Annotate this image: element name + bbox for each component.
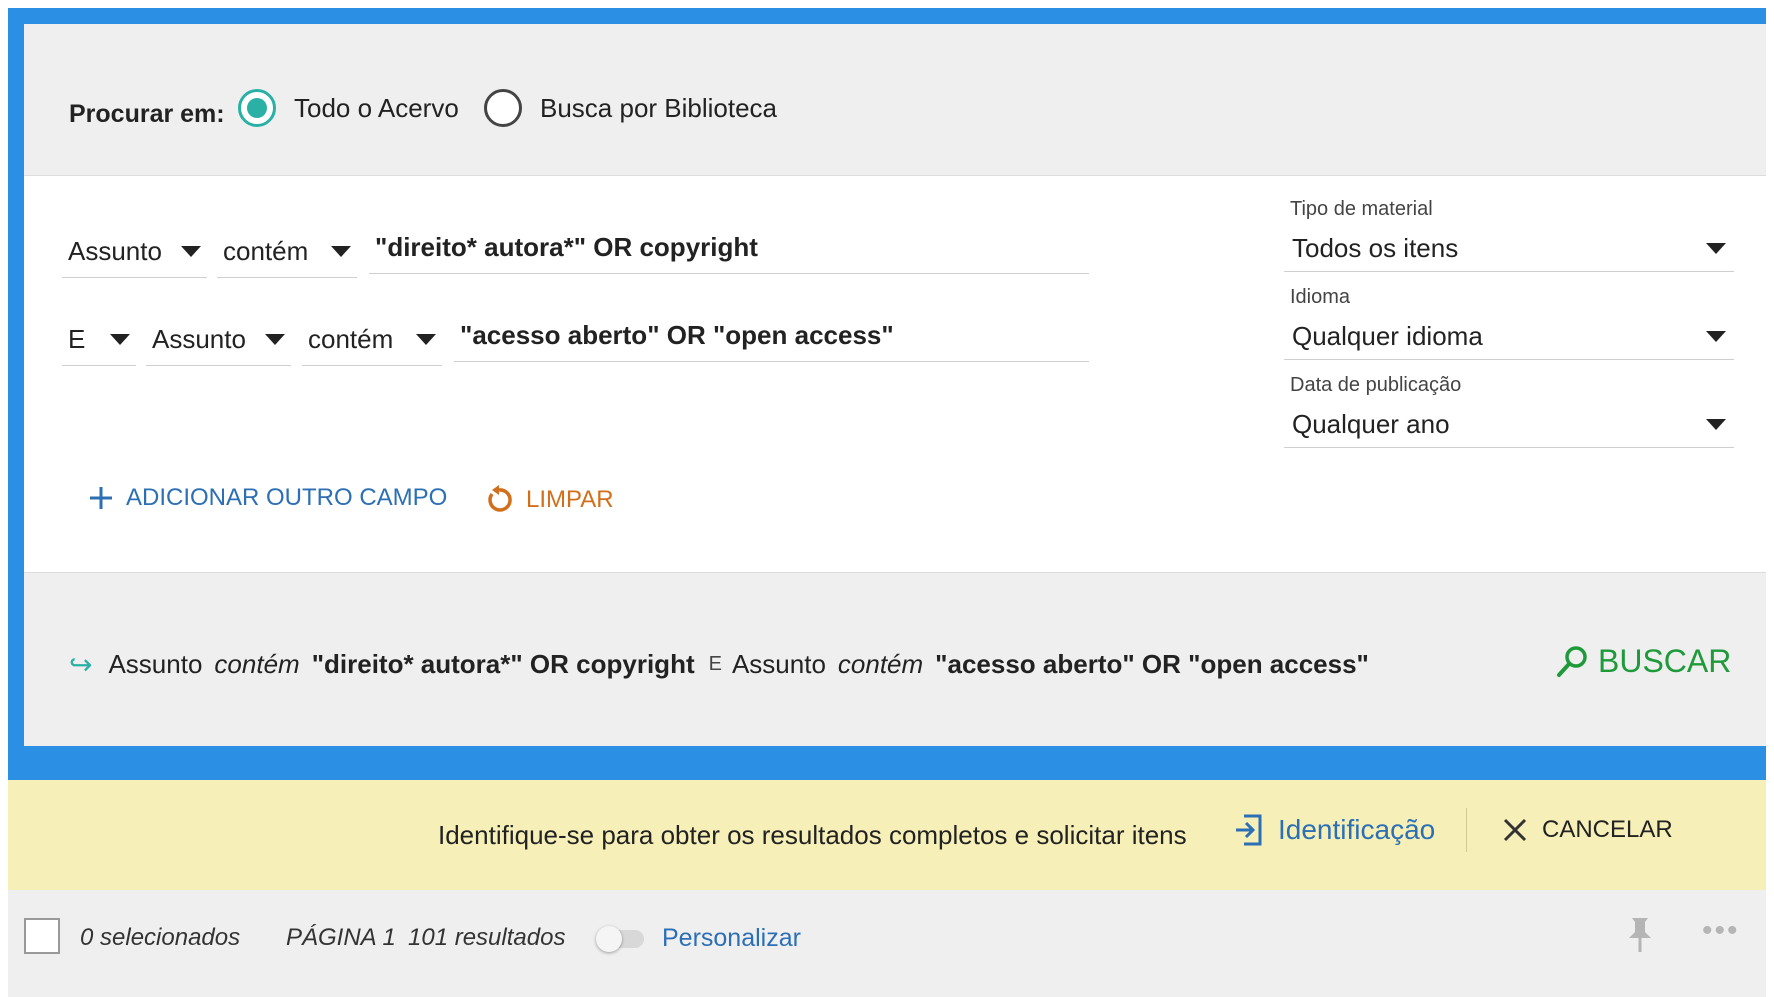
radio-todo-acervo[interactable]: Todo o Acervo: [238, 89, 459, 127]
cancel-button[interactable]: CANCELAR: [1502, 816, 1673, 844]
reset-icon: [488, 485, 512, 512]
dropdown-arrow-icon: [1706, 331, 1726, 342]
cancel-label: CANCELAR: [1542, 816, 1673, 843]
search-icon: [1557, 645, 1587, 677]
radio-selected-icon: [238, 89, 276, 127]
field-select-2[interactable]: Assunto: [146, 314, 291, 366]
radio-unselected-icon: [484, 89, 522, 127]
language-value: Qualquer idioma: [1292, 321, 1483, 351]
banner-divider: [1466, 808, 1467, 852]
dropdown-arrow-icon: [265, 334, 285, 345]
sign-in-icon: [1236, 814, 1262, 846]
login-button[interactable]: Identificação: [1234, 812, 1435, 848]
page-indicator: PÁGINA 1: [286, 924, 396, 951]
dropdown-arrow-icon: [331, 246, 351, 257]
operator-select-2[interactable]: contém: [302, 314, 442, 366]
results-count: 101 resultados: [408, 924, 566, 951]
summary-boolean: E: [708, 653, 722, 675]
sign-in-banner: Identifique-se para obter os resultados …: [8, 780, 1766, 890]
close-icon: [1503, 818, 1527, 842]
arrow-right-icon: ↪: [69, 649, 93, 680]
operator-select-value: contém: [308, 324, 394, 354]
query-input-1[interactable]: "direito* autora*" OR copyright: [369, 222, 1089, 274]
field-select-1[interactable]: Assunto: [62, 226, 207, 278]
radio-label: Todo o Acervo: [294, 92, 459, 123]
boolean-select[interactable]: E: [62, 314, 136, 366]
field-select-value: Assunto: [152, 324, 246, 354]
publication-date-select[interactable]: Qualquer ano: [1284, 402, 1734, 448]
banner-message: Identifique-se para obter os resultados …: [438, 820, 1187, 850]
clear-label: LIMPAR: [526, 486, 614, 513]
dropdown-arrow-icon: [1706, 243, 1726, 254]
facet-label-language: Idioma: [1290, 286, 1351, 308]
query-summary-bar: ↪ Assunto contém "direito* autora*" OR c…: [24, 572, 1766, 746]
publication-date-value: Qualquer ano: [1292, 409, 1450, 439]
radio-busca-biblioteca[interactable]: Busca por Biblioteca: [484, 89, 777, 127]
scope-label: Procurar em:: [69, 100, 225, 128]
add-field-label: ADICIONAR OUTRO CAMPO: [126, 484, 448, 511]
pin-icon[interactable]: [1626, 914, 1654, 961]
personalize-toggle[interactable]: [596, 926, 644, 952]
selected-count: 0 selecionados: [80, 924, 241, 951]
dropdown-arrow-icon: [1706, 419, 1726, 430]
language-select[interactable]: Qualquer idioma: [1284, 314, 1734, 360]
radio-label: Busca por Biblioteca: [540, 92, 778, 123]
query-summary: ↪ Assunto contém "direito* autora*" OR c…: [69, 648, 1369, 681]
advanced-search-panel: Procurar em: Todo o Acervo Busca por Bib…: [24, 24, 1766, 746]
login-label: Identificação: [1278, 814, 1436, 845]
scope-bar: Procurar em: Todo o Acervo Busca por Bib…: [24, 24, 1766, 176]
dropdown-arrow-icon: [110, 334, 130, 345]
summary-operator-2: contém: [837, 649, 924, 679]
summary-value-1: "direito* autora*" OR copyright: [311, 649, 695, 679]
material-type-select[interactable]: Todos os itens: [1284, 226, 1734, 272]
summary-field-1: Assunto: [108, 649, 203, 679]
personalize-link[interactable]: Personalizar: [662, 924, 801, 953]
operator-select-value: contém: [223, 236, 309, 266]
summary-operator-1: contém: [214, 649, 300, 679]
search-panel-frame: Procurar em: Todo o Acervo Busca por Bib…: [8, 8, 1766, 780]
boolean-select-value: E: [68, 324, 86, 354]
material-type-value: Todos os itens: [1292, 233, 1459, 263]
clear-button[interactable]: LIMPAR: [484, 484, 614, 516]
facet-label-material: Tipo de material: [1290, 198, 1433, 220]
summary-value-2: "acesso aberto" OR "open access": [935, 649, 1369, 679]
more-options-icon[interactable]: •••: [1702, 914, 1740, 948]
query-input-2[interactable]: "acesso aberto" OR "open access": [454, 310, 1089, 362]
summary-field-2: Assunto: [731, 649, 826, 679]
dropdown-arrow-icon: [181, 246, 201, 257]
results-toolbar: 0 selecionados PÁGINA 1 101 resultados P…: [8, 890, 1766, 997]
field-select-value: Assunto: [68, 236, 162, 266]
operator-select-1[interactable]: contém: [217, 226, 357, 278]
search-button-label: BUSCAR: [1598, 643, 1732, 679]
plus-icon: [90, 487, 112, 509]
dropdown-arrow-icon: [416, 334, 436, 345]
search-button[interactable]: BUSCAR: [1554, 643, 1731, 680]
facet-label-date: Data de publicação: [1290, 374, 1462, 396]
add-field-button[interactable]: ADICIONAR OUTRO CAMPO: [88, 484, 447, 512]
select-all-checkbox[interactable]: [24, 918, 60, 954]
